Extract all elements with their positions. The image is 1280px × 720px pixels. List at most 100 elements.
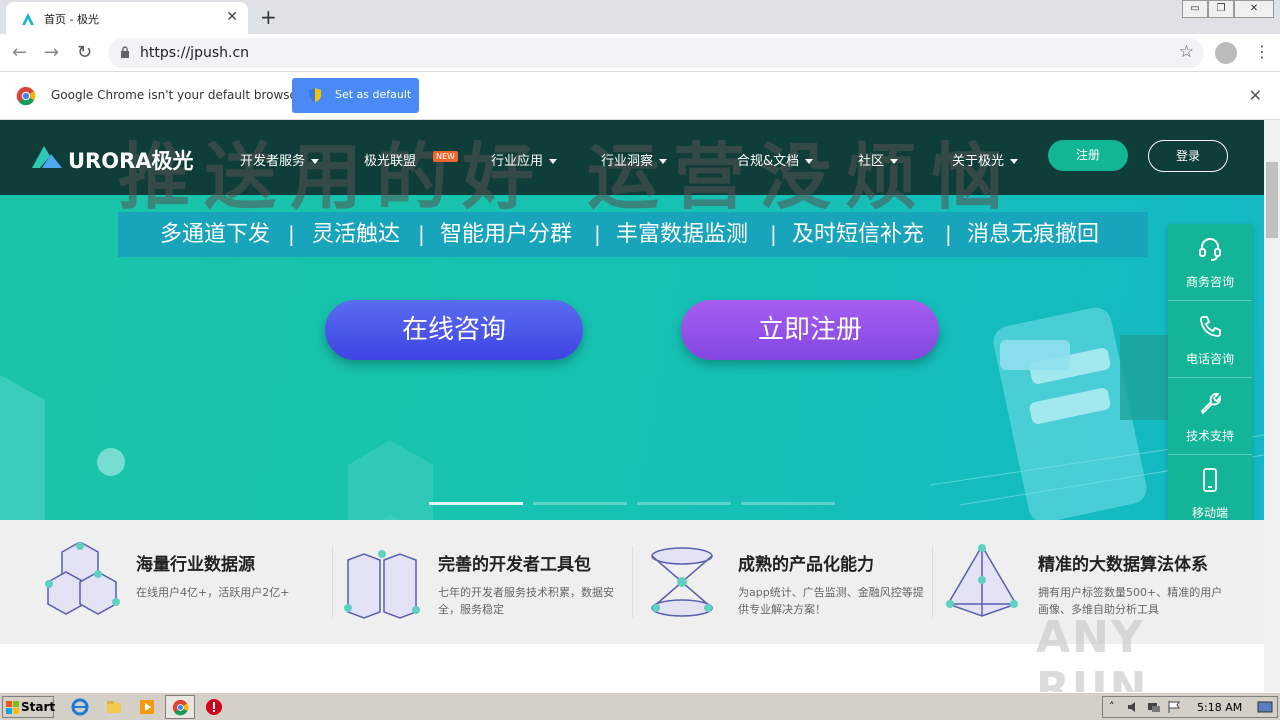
divider [932,546,933,618]
side-label: 移动端 [1191,506,1228,520]
chrome-taskbar-button[interactable] [165,695,195,719]
nav-community[interactable]: 社区 [858,150,899,169]
feature-item: 智能用户分群 [440,222,573,247]
stop-icon[interactable] [205,698,223,716]
minimize-button[interactable]: ▭ [1182,0,1208,18]
aurora-logo-icon [32,146,62,168]
restore-button[interactable]: ❐ [1208,0,1234,18]
tab-title: 首页 - 极光 [44,13,99,26]
nav-industry-insight[interactable]: 行业洞察 [601,150,668,169]
feature-separator: | [945,222,952,246]
taskbar-clock[interactable]: 5:18 AM [1197,701,1242,714]
set-as-default-button[interactable]: Set as default [292,78,419,113]
feature-bar: 多通道下发 | 灵活触达 | 智能用户分群 | 丰富数据监测 | 及时短信补充 … [118,212,1148,257]
feature-item: 多通道下发 [160,222,271,247]
hourglass-product-icon [651,547,713,617]
carousel-dot[interactable] [741,502,835,505]
register-now-button[interactable]: 立即注册 [681,300,939,360]
url-text: https://jpush.cn [140,45,250,61]
window-close-button[interactable]: ✕ [1234,0,1274,18]
feature-separator: | [770,222,777,246]
online-consult-button[interactable]: 在线咨询 [325,300,583,360]
card-title: 完善的开发者工具包 [438,555,591,575]
volume-icon[interactable] [1127,700,1141,714]
browser-toolbar: ← → ↻ https://jpush.cn ☆ ⋮ [0,34,1280,72]
card-description: 在线用户4亿+，活跃用户2亿+ [136,586,290,599]
nav-about[interactable]: 关于极光 [952,150,1019,169]
lock-icon [121,46,129,58]
side-contact-panel: 商务咨询 电话咨询 技术支持 移动端 [1168,224,1252,532]
profile-avatar-icon[interactable] [1215,42,1237,64]
site-favicon-icon [22,13,34,25]
feature-separator: | [418,222,425,246]
card-description: 为app统计、广告监测、金融风控等提供专业解决方案！ [738,586,924,616]
pyramid-algorithm-icon [946,544,1018,617]
scrollbar-thumb[interactable] [1266,162,1278,238]
carousel-dot-active[interactable] [429,502,523,505]
side-phone-consult[interactable]: 电话咨询 [1168,301,1252,378]
nav-developer-services[interactable]: 开发者服务 [240,150,320,169]
chevron-down-icon [890,159,899,164]
chrome-menu-icon[interactable]: ⋮ [1254,42,1270,61]
infobar-close-icon[interactable]: ✕ [1249,86,1262,105]
page-viewport: 推送用的好 运营没烦恼 URORA极光 开发者服务 极光联盟 NEW 行业应用 … [0,120,1264,692]
ie-icon[interactable] [71,698,89,716]
feature-item: 消息无痕撤回 [967,222,1100,247]
flag-icon[interactable] [1167,700,1181,714]
chevron-down-icon [805,159,814,164]
tray-expand-icon[interactable]: ˄ [1109,700,1115,713]
media-player-icon[interactable] [138,698,156,716]
phone-icon [1200,316,1221,337]
browser-tab[interactable]: 首页 - 极光 ✕ [6,2,248,34]
card-title: 成熟的产品化能力 [738,555,874,575]
reload-button[interactable]: ↻ [77,42,92,63]
logo-text: URORA极光 [68,149,194,173]
start-label: Start [21,700,56,714]
feature-separator: | [288,222,295,246]
side-business-consult[interactable]: 商务咨询 [1168,224,1252,301]
register-button[interactable]: 注册 [1048,140,1128,171]
nav-label: 极光联盟 [364,154,417,169]
forward-button[interactable]: → [44,42,59,63]
show-desktop-icon[interactable] [1257,701,1273,714]
start-button[interactable]: Start [2,696,56,718]
infobar-message: Google Chrome isn't your default browser [51,88,302,102]
network-icon[interactable] [1147,700,1161,714]
carousel-dot[interactable] [533,502,627,505]
nav-alliance[interactable]: 极光联盟 [364,150,416,169]
card-title: 海量行业数据源 [136,555,255,575]
headset-icon [1199,238,1221,261]
system-tray: ˄ 5:18 AM [1102,696,1278,718]
carousel-dot[interactable] [637,502,731,505]
nav-label: 行业应用 [491,154,544,169]
login-button[interactable]: 登录 [1148,140,1228,172]
back-button[interactable]: ← [12,42,27,63]
address-bar[interactable]: https://jpush.cn ☆ [108,38,1204,68]
nav-compliance-docs[interactable]: 合规&文档 [737,150,814,169]
shield-icon [309,88,321,102]
nav-label: 关于极光 [952,154,1005,169]
new-tab-button[interactable]: + [260,5,277,29]
anyrun-watermark: ANY RUN [1036,612,1149,692]
mobile-icon [1203,468,1217,492]
bookmark-star-icon[interactable]: ☆ [1179,42,1194,62]
wrench-icon [1200,392,1222,415]
side-tech-support[interactable]: 技术支持 [1168,378,1252,455]
nav-industry-apps[interactable]: 行业应用 [491,150,558,169]
page-scrollbar[interactable] [1264,120,1280,692]
explorer-folder-icon[interactable] [105,698,123,716]
feature-card: 海量行业数据源 在线用户4亿+，活跃用户2亿+ [32,520,332,644]
tab-strip: 首页 - 极光 ✕ + ▭ ❐ ✕ [0,0,1280,34]
nav-label: 社区 [858,154,885,169]
side-label: 商务咨询 [1185,275,1234,289]
set-as-default-label: Set as default [335,88,412,101]
divider [332,546,333,618]
feature-item: 及时短信补充 [792,222,925,247]
chevron-down-icon [1010,159,1019,164]
nav-label: 行业洞察 [601,154,654,169]
tab-close-icon[interactable]: ✕ [226,9,238,25]
chrome-taskbar-icon [172,699,189,716]
card-title: 精准的大数据算法体系 [1038,555,1208,575]
feature-card: 完善的开发者工具包 七年的开发者服务技术积累，数据安全，服务稳定 [334,520,634,644]
toolkit-icon [344,550,420,619]
